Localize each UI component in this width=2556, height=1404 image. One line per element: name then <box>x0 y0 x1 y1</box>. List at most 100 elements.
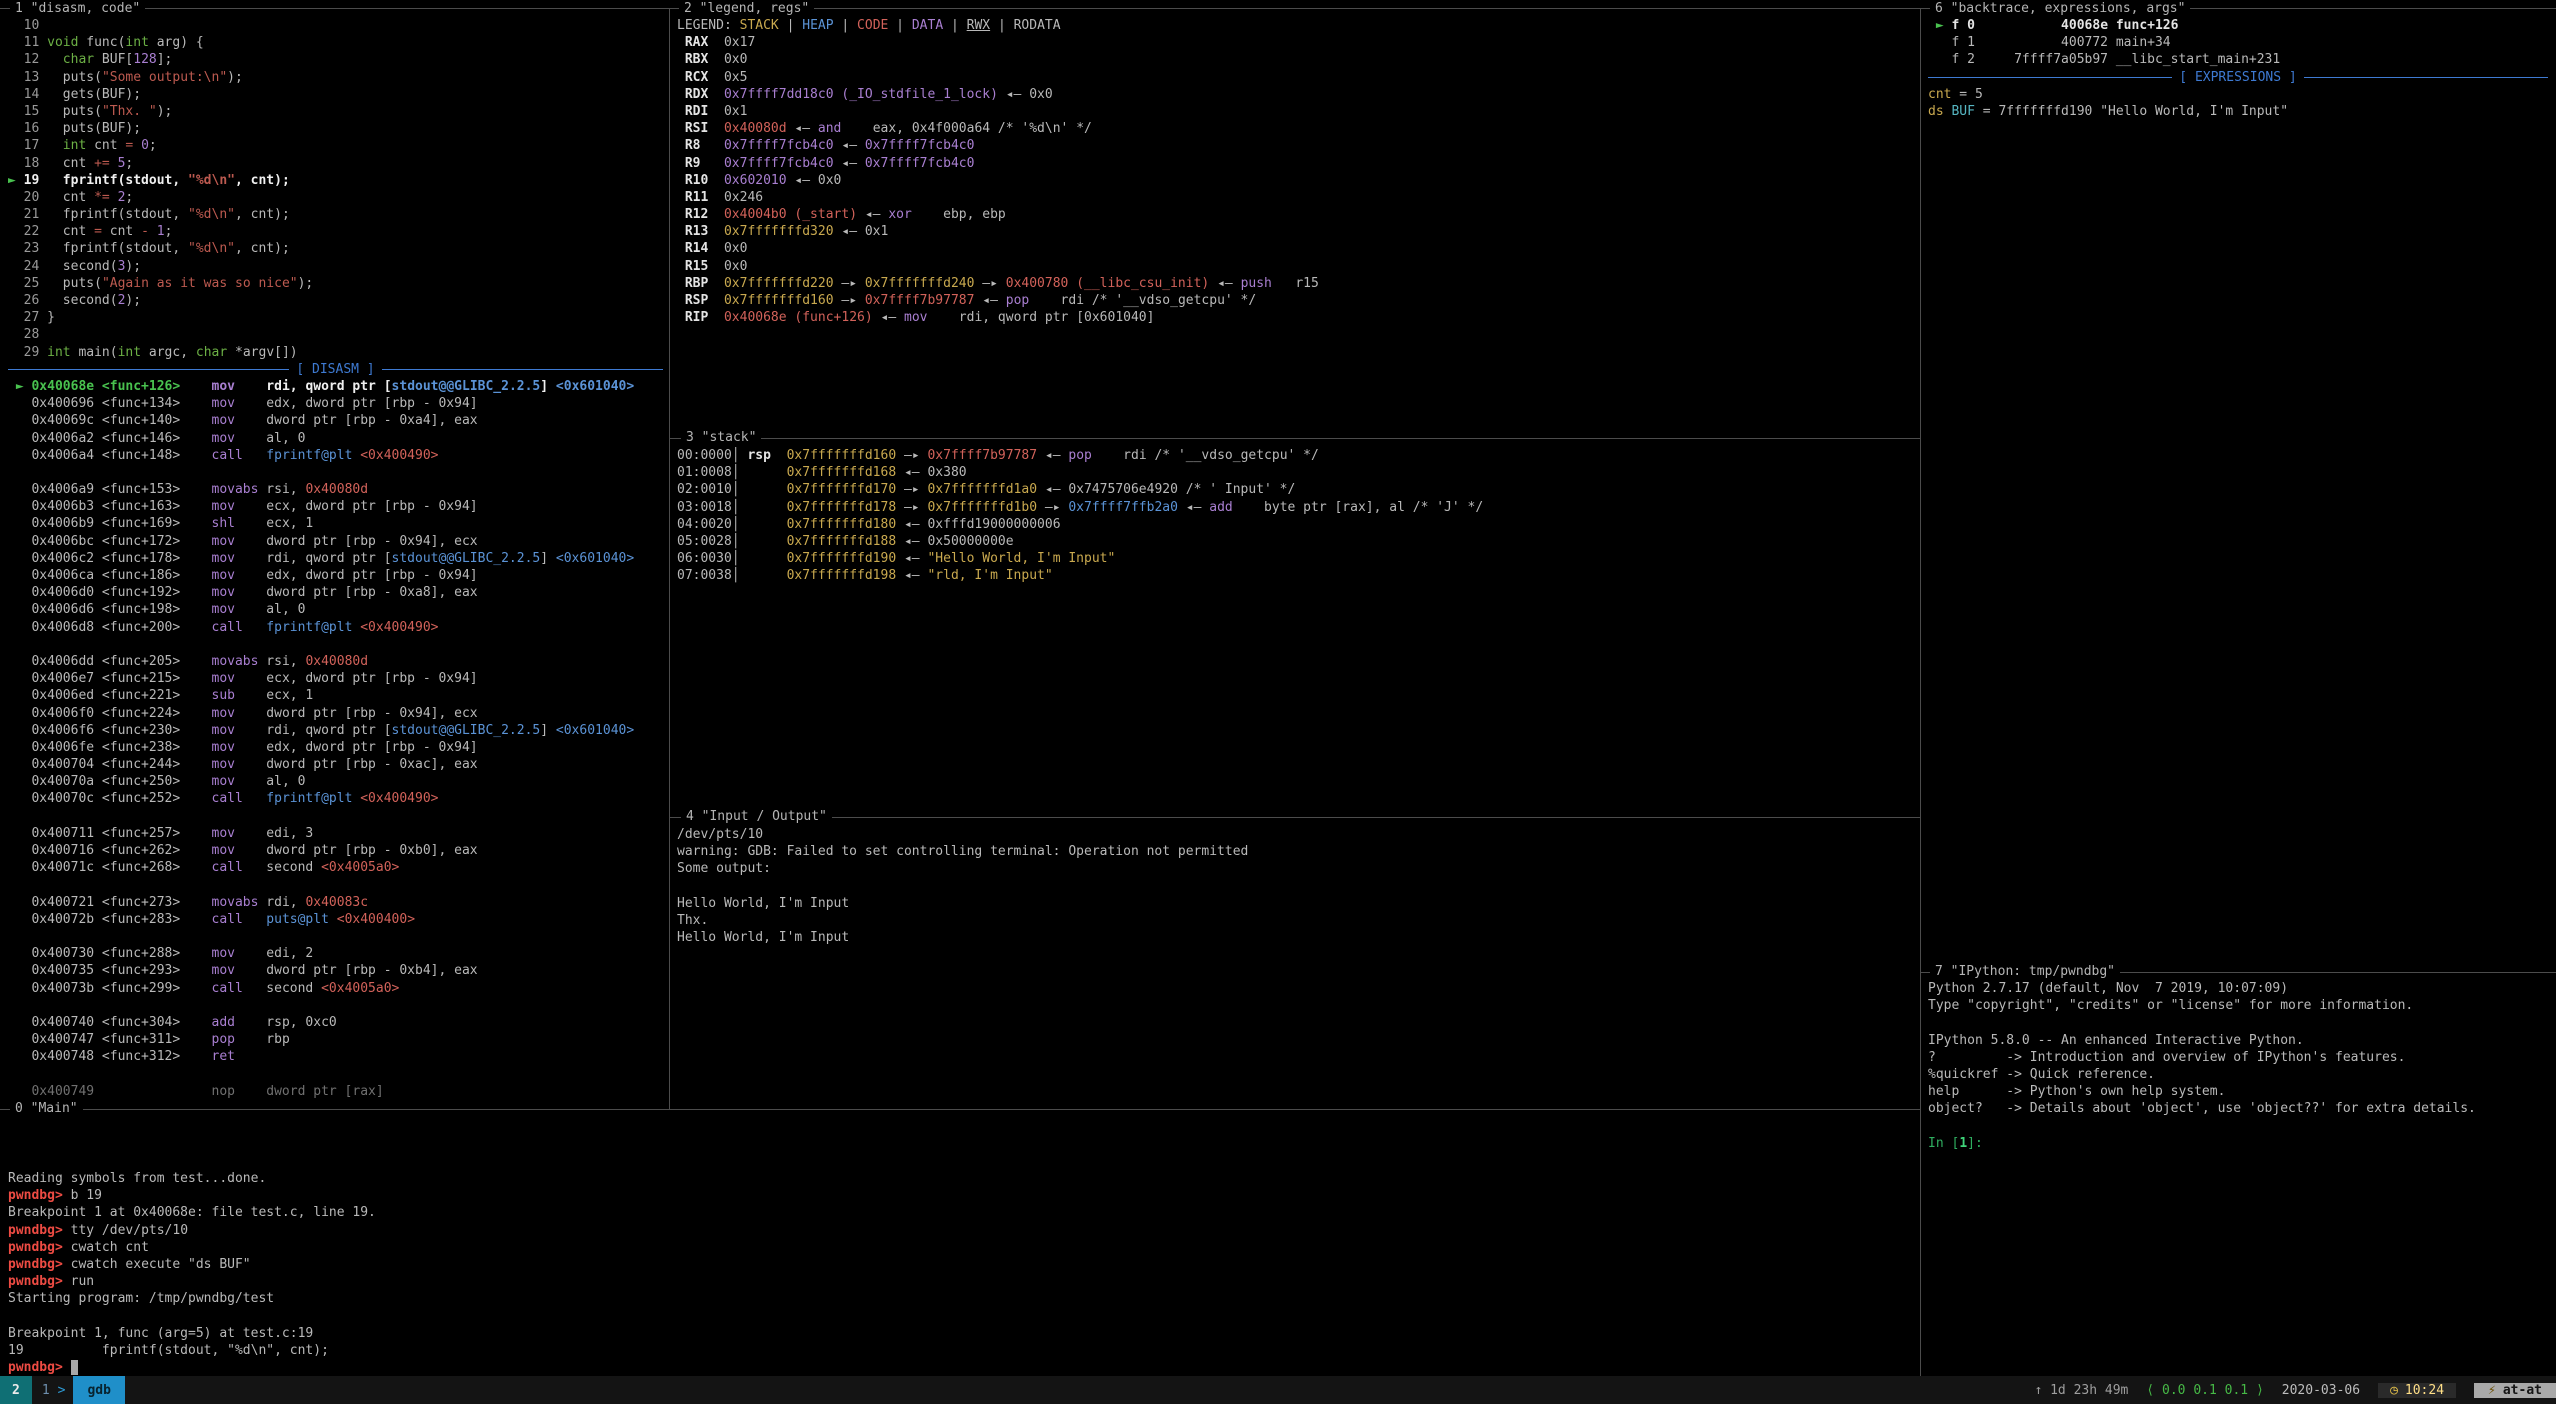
pane-border-vertical-right[interactable] <box>1920 8 1921 1376</box>
pane-ipython[interactable]: Python 2.7.17 (default, Nov 7 2019, 10:0… <box>1928 980 2548 1152</box>
terminal-line: 0x400747 <func+311> pop rbp <box>8 1031 663 1048</box>
terminal-line: 0x4006e7 <func+215> mov ecx, dword ptr [… <box>8 670 663 687</box>
bracket-open-icon: ⟨ <box>2146 1383 2154 1398</box>
terminal-line: R15 0x0 <box>677 258 1912 275</box>
hostname-widget: ⚡ at-at <box>2474 1383 2556 1398</box>
terminal-line: 0x40073b <func+299> call second <0x4005a… <box>8 980 663 997</box>
terminal-line: 0x4006dd <func+205> movabs rsi, 0x40080d <box>8 653 663 670</box>
terminal-line: 0x400696 <func+134> mov edx, dword ptr [… <box>8 395 663 412</box>
terminal-line: RAX 0x17 <box>677 34 1912 51</box>
pane-title-ipython: 7 "IPython: tmp/pwndbg" <box>1930 963 2120 980</box>
uptime-text: ↑ 1d 23h 49m <box>2034 1383 2128 1398</box>
pane-title-stack: 3 "stack" <box>681 429 761 446</box>
hostname-text: at-at <box>2503 1383 2542 1398</box>
terminal-line: RBP 0x7fffffffd220 —▸ 0x7fffffffd240 —▸ … <box>677 275 1912 292</box>
pane-title-io: 4 "Input / Output" <box>681 808 832 825</box>
terminal-line: RSP 0x7fffffffd160 —▸ 0x7ffff7b97787 ◂— … <box>677 292 1912 309</box>
pane-stack[interactable]: 00:0000│ rsp 0x7fffffffd160 —▸ 0x7ffff7b… <box>677 447 1912 585</box>
terminal-line: IPython 5.8.0 -- An enhanced Interactive… <box>1928 1032 2548 1049</box>
terminal-line: R13 0x7fffffffd320 ◂— 0x1 <box>677 223 1912 240</box>
terminal-line <box>677 878 1912 895</box>
pane-border-io[interactable] <box>670 817 1920 818</box>
terminal-line: 12 char BUF[128]; <box>8 51 663 68</box>
terminal-line: /dev/pts/10 <box>677 826 1912 843</box>
terminal-line: 0x4006ed <func+221> sub ecx, 1 <box>8 687 663 704</box>
pane-io[interactable]: /dev/pts/10warning: GDB: Failed to set c… <box>677 826 1912 946</box>
terminal-line: 0x4006ca <func+186> mov edx, dword ptr [… <box>8 567 663 584</box>
terminal-line: R11 0x246 <box>677 189 1912 206</box>
terminal-line: RDX 0x7ffff7dd18c0 (_IO_stdfile_1_lock) … <box>677 86 1912 103</box>
terminal-line: 0x400749 nop dword ptr [rax] <box>8 1083 663 1100</box>
terminal-line: 0x400711 <func+257> mov edi, 3 <box>8 825 663 842</box>
terminal-line: 0x40072b <func+283> call puts@plt <0x400… <box>8 911 663 928</box>
terminal-line: 0x40069c <func+140> mov dword ptr [rbp -… <box>8 412 663 429</box>
pane-backtrace-expressions[interactable]: ► f 0 40068e func+126 f 1 400772 main+34… <box>1928 17 2548 120</box>
terminal-line: Hello World, I'm Input <box>677 929 1912 946</box>
power-icon: ⚡ <box>2488 1383 2496 1398</box>
terminal-line: 04:0020│ 0x7fffffffd180 ◂— 0xfffd1900000… <box>677 516 1912 533</box>
terminal-line: 16 puts(BUF); <box>8 120 663 137</box>
terminal-line: 02:0010│ 0x7fffffffd170 —▸ 0x7fffffffd1a… <box>677 481 1912 498</box>
terminal-line: pwndbg> b 19 <box>8 1187 1908 1204</box>
terminal-line: 0x400730 <func+288> mov edi, 2 <box>8 945 663 962</box>
terminal-line: 0x4006f6 <func+230> mov rdi, qword ptr [… <box>8 722 663 739</box>
terminal-line: 0x400721 <func+273> movabs rdi, 0x40083c <box>8 894 663 911</box>
terminal-screen: 1 "disasm, code" 2 "legend, regs" 6 "bac… <box>0 0 2556 1404</box>
terminal-line: 06:0030│ 0x7fffffffd190 ◂— "Hello World,… <box>677 550 1912 567</box>
terminal-line: 17 int cnt = 0; <box>8 137 663 154</box>
time-text: 10:24 <box>2405 1383 2444 1398</box>
terminal-line: object? -> Details about 'object', use '… <box>1928 1100 2548 1117</box>
terminal-line: 0x400704 <func+244> mov dword ptr [rbp -… <box>8 756 663 773</box>
date-text: 2020-03-06 <box>2282 1383 2360 1398</box>
terminal-line: 0x4006d0 <func+192> mov dword ptr [rbp -… <box>8 584 663 601</box>
terminal-line: cnt = 5 <box>1928 86 2548 103</box>
terminal-line: 0x400735 <func+293> mov dword ptr [rbp -… <box>8 962 663 979</box>
pane-gdb-main[interactable]: Reading symbols from test...done.pwndbg>… <box>8 1170 1908 1376</box>
window-index: 1 <box>42 1383 50 1398</box>
terminal-line <box>1928 1118 2548 1135</box>
pane-title-disasm-code: 1 "disasm, code" <box>10 0 145 17</box>
clock-icon: ◷ <box>2390 1383 2398 1398</box>
terminal-line: RDI 0x1 <box>677 103 1912 120</box>
pane-border-stack[interactable] <box>670 438 1920 439</box>
terminal-line: 10 <box>8 17 663 34</box>
terminal-line: R12 0x4004b0 (_start) ◂— xor ebp, ebp <box>677 206 1912 223</box>
terminal-line: 0x4006a2 <func+146> mov al, 0 <box>8 430 663 447</box>
window-tab-gdb[interactable]: gdb <box>73 1376 124 1404</box>
clock-widget: ◷ 10:24 <box>2378 1383 2456 1398</box>
terminal-line: Python 2.7.17 (default, Nov 7 2019, 10:0… <box>1928 980 2548 997</box>
terminal-line: 24 second(3); <box>8 258 663 275</box>
terminal-line: 05:0028│ 0x7fffffffd188 ◂— 0x50000000e <box>677 533 1912 550</box>
terminal-line: pwndbg> run <box>8 1273 1908 1290</box>
terminal-line <box>8 876 663 893</box>
terminal-line: [ DISASM ] <box>8 361 663 378</box>
terminal-line: 0x40070c <func+252> call fprintf@plt <0x… <box>8 790 663 807</box>
terminal-line <box>8 997 663 1014</box>
terminal-line: pwndbg> cwatch execute "ds BUF" <box>8 1256 1908 1273</box>
session-indicator[interactable]: 2 <box>0 1376 32 1404</box>
terminal-line: Reading symbols from test...done. <box>8 1170 1908 1187</box>
terminal-line: 0x4006a9 <func+153> movabs rsi, 0x40080d <box>8 481 663 498</box>
pane-border-main[interactable] <box>0 1109 1920 1110</box>
terminal-line: 00:0000│ rsp 0x7fffffffd160 —▸ 0x7ffff7b… <box>677 447 1912 464</box>
terminal-line: RCX 0x5 <box>677 69 1912 86</box>
terminal-line: 0x4006f0 <func+224> mov dword ptr [rbp -… <box>8 705 663 722</box>
terminal-line: Some output: <box>677 860 1912 877</box>
terminal-line: %quickref -> Quick reference. <box>1928 1066 2548 1083</box>
terminal-line: ds BUF = 7fffffffd190 "Hello World, I'm … <box>1928 103 2548 120</box>
pane-legend-regs[interactable]: LEGEND: STACK | HEAP | CODE | DATA | RWX… <box>677 17 1912 326</box>
terminal-line: 0x4006fe <func+238> mov edx, dword ptr [… <box>8 739 663 756</box>
terminal-line: R8 0x7ffff7fcb4c0 ◂— 0x7ffff7fcb4c0 <box>677 137 1912 154</box>
terminal-line: 0x400748 <func+312> ret <box>8 1048 663 1065</box>
terminal-line: Breakpoint 1 at 0x40068e: file test.c, l… <box>8 1204 1908 1221</box>
pane-disasm-code[interactable]: 10 11 void func(int arg) { 12 char BUF[1… <box>8 17 663 1100</box>
terminal-line: Hello World, I'm Input <box>677 895 1912 912</box>
terminal-line <box>8 928 663 945</box>
pane-border-vertical-left[interactable] <box>669 8 670 1109</box>
terminal-line: 28 <box>8 326 663 343</box>
terminal-line: 0x40071c <func+268> call second <0x4005a… <box>8 859 663 876</box>
terminal-line: 0x4006b9 <func+169> shl ecx, 1 <box>8 515 663 532</box>
terminal-line: 14 gets(BUF); <box>8 86 663 103</box>
terminal-line: LEGEND: STACK | HEAP | CODE | DATA | RWX… <box>677 17 1912 34</box>
terminal-line: 0x400716 <func+262> mov dword ptr [rbp -… <box>8 842 663 859</box>
